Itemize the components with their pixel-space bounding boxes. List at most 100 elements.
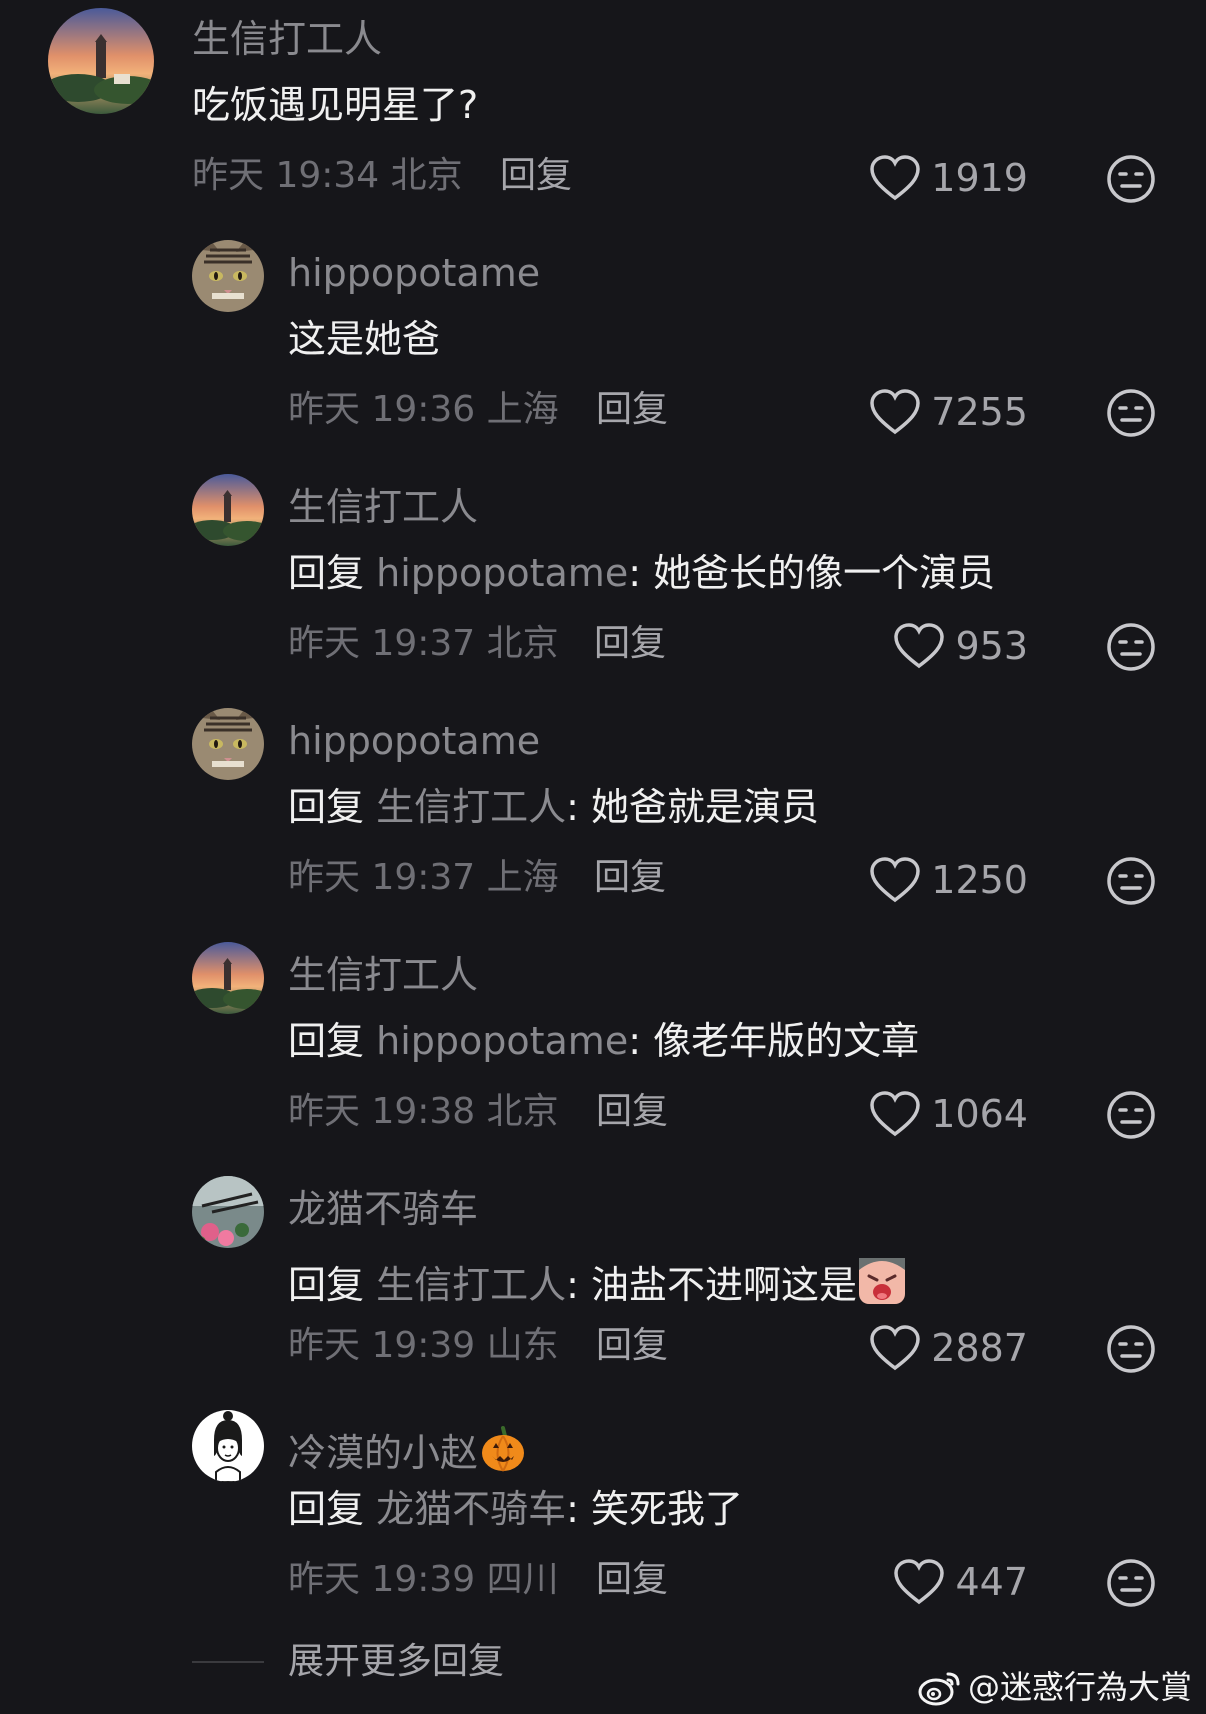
dislike-button[interactable] [1106,1090,1156,1140]
reply-prefix: 回复 [288,1487,365,1531]
avatar[interactable] [192,708,264,780]
comment-meta: 昨天 19:34 北京 [192,155,463,196]
dislike-button[interactable] [1106,1324,1156,1374]
reply-body: 像老年版的文章 [653,1019,920,1063]
comment-text: 回复 hippopotame: 她爸长的像一个演员 [288,554,995,592]
reply-prefix: 回复 [288,551,365,595]
meh-face-icon [1107,1091,1155,1139]
heart-icon [894,1559,945,1605]
comment-text: 这是她爸 [288,317,441,361]
avatar[interactable] [192,1176,264,1248]
reply-button[interactable]: 回复 [596,392,668,428]
comment-meta: 昨天 19:37 上海 [288,857,559,898]
comment-text: 回复 hippopotame: 像老年版的文章 [288,1022,919,1060]
comment-meta: 昨天 19:37 北京 [288,623,559,664]
cat-avatar-icon [192,240,264,312]
reply-target[interactable]: 生信打工人 [376,785,566,829]
dislike-button[interactable] [1106,856,1156,906]
heart-icon [870,857,921,903]
reply-target[interactable]: 龙猫不骑车 [376,1487,566,1531]
reply-target[interactable]: hippopotame [376,551,628,595]
like-count: 447 [955,1560,1028,1604]
like-button[interactable]: 1919 [869,154,1028,202]
colon: : [628,1019,654,1063]
heart-icon [870,1091,921,1137]
avatar[interactable] [192,1410,264,1482]
like-button[interactable]: 1250 [869,856,1028,904]
reply-button[interactable]: 回复 [596,1094,668,1130]
comment-meta: 昨天 19:38 北京 [288,1091,559,1132]
meh-face-icon [1107,155,1155,203]
reply-button[interactable]: 回复 [594,860,666,896]
sketch-girl-avatar-icon [192,1410,264,1482]
sunset-tower-avatar-icon [192,474,264,546]
colon: : [566,1487,592,1531]
reply-button[interactable]: 回复 [596,1562,668,1598]
watermark: @迷惑行為大賞 [918,1668,1192,1706]
heart-icon [894,623,945,669]
reply-button[interactable]: 回复 [594,626,666,662]
reply-body: 她爸就是演员 [591,785,820,829]
username[interactable]: hippopotame [288,254,540,292]
like-button[interactable]: 447 [893,1558,1028,1606]
username[interactable]: 生信打工人 [288,956,478,994]
sunset-tower-avatar-icon [192,942,264,1014]
reply-button[interactable]: 回复 [500,158,572,194]
comment-text: 回复 龙猫不骑车: 笑死我了 [288,1490,743,1528]
meh-face-icon [1107,857,1155,905]
username[interactable]: 生信打工人 [288,488,478,526]
username[interactable]: 龙猫不骑车 [288,1190,478,1228]
expand-more-replies-button[interactable]: 展开更多回复 [288,1644,504,1680]
heart-icon [870,1325,921,1371]
like-count: 953 [955,624,1028,668]
username-text[interactable]: 冷漠的小赵 [288,1431,478,1475]
weibo-logo-icon [918,1672,960,1706]
divider-line [192,1661,264,1663]
username[interactable]: hippopotame [288,722,540,760]
like-button[interactable]: 7255 [869,388,1028,436]
dislike-button[interactable] [1106,154,1156,204]
avatar[interactable] [192,942,264,1014]
comment-meta: 昨天 19:39 四川 [288,1559,559,1600]
sunset-tower-avatar-icon [48,8,154,114]
like-button[interactable]: 953 [893,622,1028,670]
dislike-button[interactable] [1106,622,1156,672]
dislike-button[interactable] [1106,388,1156,438]
like-count: 7255 [931,390,1028,434]
reply-target[interactable]: 生信打工人 [376,1263,566,1307]
username[interactable]: 生信打工人 [192,20,382,58]
like-count: 1250 [931,858,1028,902]
avatar[interactable] [192,240,264,312]
like-button[interactable]: 1064 [869,1090,1028,1138]
meh-face-icon [1107,623,1155,671]
like-count: 1919 [931,156,1028,200]
reply-prefix: 回复 [288,1263,365,1307]
reply-button[interactable]: 回复 [596,1328,668,1364]
reply-prefix: 回复 [288,1019,365,1063]
comment-meta: 昨天 19:39 山东 [288,1325,559,1366]
dislike-button[interactable] [1106,1558,1156,1608]
reply-target[interactable]: hippopotame [376,1019,628,1063]
pumpkin-emoji-icon [482,1426,525,1472]
colon: : [566,785,592,829]
cat-avatar-icon [192,708,264,780]
username[interactable]: 冷漠的小赵 [288,1424,528,1474]
comment-text: 吃饭遇见明星了? [192,83,479,127]
flowers-avatar-icon [192,1176,264,1248]
meh-face-icon [1107,389,1155,437]
like-count: 2887 [931,1326,1028,1370]
comment-text: 回复 生信打工人: 油盐不进啊这是 [288,1256,907,1306]
like-button[interactable]: 2887 [869,1324,1028,1372]
heart-icon [870,155,921,201]
watermark-text: @迷惑行為大賞 [967,1668,1192,1706]
avatar[interactable] [192,474,264,546]
reply-body: 笑死我了 [591,1487,744,1531]
meh-face-icon [1107,1325,1155,1373]
reply-body: 油盐不进啊这是 [591,1263,858,1307]
comment-text: 回复 生信打工人: 她爸就是演员 [288,788,819,826]
avatar[interactable] [48,8,154,114]
like-count: 1064 [931,1092,1028,1136]
colon: : [628,551,654,595]
colon: : [566,1263,592,1307]
comment-meta: 昨天 19:36 上海 [288,389,559,430]
